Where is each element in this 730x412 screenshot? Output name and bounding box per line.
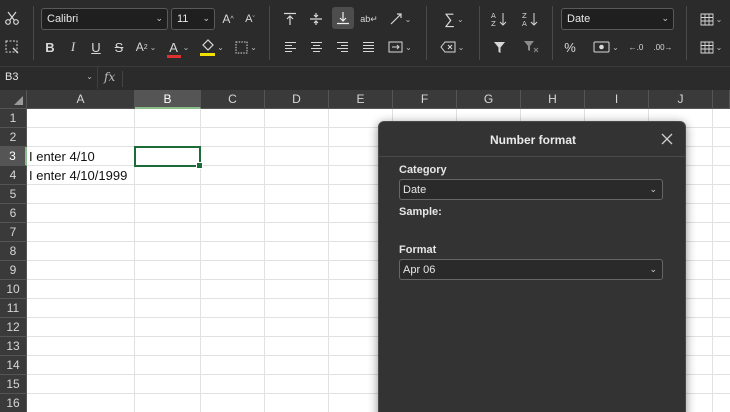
column-header[interactable]: [713, 90, 730, 109]
svg-text:Z: Z: [491, 20, 496, 27]
select-all-button[interactable]: [0, 90, 27, 109]
increase-font-size-icon[interactable]: A ^: [220, 8, 236, 30]
row-header[interactable]: 14: [0, 356, 27, 375]
category-select[interactable]: Date ⌄: [399, 179, 663, 200]
category-label: Category: [399, 164, 447, 176]
font-size-value: 11: [177, 13, 189, 25]
font-size-select[interactable]: 11 ⌄: [171, 8, 215, 30]
row-header[interactable]: 16: [0, 394, 27, 412]
increase-decimal-icon[interactable]: .00→: [653, 36, 673, 58]
svg-text:Z: Z: [522, 12, 527, 20]
sort-descending-icon[interactable]: ZA: [521, 8, 539, 30]
column-header[interactable]: E: [329, 90, 393, 109]
row-header[interactable]: 7: [0, 223, 27, 242]
row-header[interactable]: 2: [0, 128, 27, 147]
svg-text:A: A: [522, 20, 527, 27]
row-header[interactable]: 4: [0, 166, 27, 185]
orientation-icon[interactable]: ⌄: [386, 8, 414, 30]
cell-A3[interactable]: I enter 4/10: [29, 147, 95, 166]
chevron-down-icon: ⌄: [86, 72, 93, 81]
sample-label: Sample:: [399, 206, 442, 218]
align-right-icon[interactable]: [334, 36, 350, 58]
row-header[interactable]: 6: [0, 204, 27, 223]
sort-ascending-icon[interactable]: AZ: [490, 8, 508, 30]
bold-icon[interactable]: B: [42, 36, 58, 58]
number-format-pane: Number format Category Date ⌄ Sample: Fo…: [378, 121, 686, 412]
column-header[interactable]: H: [521, 90, 585, 109]
filter-icon[interactable]: [490, 36, 508, 58]
fill-color-icon[interactable]: ⌄: [197, 36, 227, 58]
autosum-icon[interactable]: ∑ ⌄: [440, 8, 468, 30]
font-name-value: Calibri: [47, 13, 79, 25]
pane-title: Number format: [489, 133, 576, 147]
name-box-value: B3: [5, 71, 19, 83]
row-header[interactable]: 5: [0, 185, 27, 204]
svg-text:A: A: [491, 12, 496, 20]
row-header[interactable]: 10: [0, 280, 27, 299]
column-header[interactable]: J: [649, 90, 713, 109]
strikethrough-icon[interactable]: S: [111, 36, 127, 58]
chevron-down-icon: ⌄: [661, 13, 669, 23]
column-header[interactable]: B: [135, 90, 201, 109]
merge-cells-icon[interactable]: ⌄: [386, 36, 414, 58]
format-select[interactable]: Apr 06 ⌄: [399, 259, 663, 280]
close-icon[interactable]: [659, 131, 675, 147]
column-header[interactable]: C: [201, 90, 265, 109]
row-header[interactable]: 15: [0, 375, 27, 394]
insert-cells-icon[interactable]: ⌄: [697, 8, 725, 30]
number-format-value: Date: [567, 13, 591, 25]
formula-bar: B3 ⌄ fx: [0, 66, 730, 90]
chevron-down-icon: ⌄: [202, 13, 210, 23]
column-header[interactable]: F: [393, 90, 457, 109]
chevron-down-icon: ⌄: [649, 264, 657, 274]
percent-style-icon[interactable]: %: [562, 36, 578, 58]
cut-icon[interactable]: [3, 7, 21, 29]
ribbon: Calibri ⌄ 11 ⌄ A ^ Aˇ B I U S A 2 ⌄ A ⌄ ⌄ ⌄ …: [0, 0, 730, 66]
subscript-icon[interactable]: A 2 ⌄: [133, 36, 159, 58]
underline-icon[interactable]: U: [88, 36, 104, 58]
row-header[interactable]: 1: [0, 109, 27, 128]
name-box[interactable]: B3 ⌄: [0, 67, 98, 89]
font-name-select[interactable]: Calibri ⌄: [41, 8, 168, 30]
format-label: Format: [399, 244, 437, 256]
wrap-text-icon[interactable]: ab↵: [360, 8, 378, 30]
number-format-select[interactable]: Date ⌄: [561, 8, 674, 30]
row-header[interactable]: 3: [0, 147, 27, 166]
column-header[interactable]: G: [457, 90, 521, 109]
align-top-icon[interactable]: [281, 8, 299, 30]
borders-icon[interactable]: ⌄: [232, 36, 260, 58]
currency-format-icon[interactable]: ⌄: [591, 36, 621, 58]
row-header[interactable]: 9: [0, 261, 27, 280]
align-center-icon[interactable]: [308, 36, 324, 58]
italic-icon[interactable]: I: [65, 36, 81, 58]
row-header[interactable]: 13: [0, 337, 27, 356]
chevron-down-icon: ⌄: [155, 13, 163, 23]
column-header[interactable]: A: [27, 90, 135, 109]
align-left-icon[interactable]: [282, 36, 298, 58]
function-icon[interactable]: fx: [104, 70, 115, 84]
column-header[interactable]: I: [585, 90, 649, 109]
chevron-down-icon: ⌄: [649, 184, 657, 194]
category-value: Date: [403, 184, 427, 196]
clear-icon[interactable]: ⌄: [437, 36, 467, 58]
active-cell-B3[interactable]: [134, 146, 203, 169]
font-color-icon[interactable]: A ⌄: [165, 36, 191, 58]
align-bottom-icon[interactable]: [332, 7, 354, 29]
cell-A4[interactable]: I enter 4/10/1999: [29, 166, 127, 185]
row-header[interactable]: 8: [0, 242, 27, 261]
clear-filter-icon[interactable]: [521, 36, 541, 58]
row-header[interactable]: 11: [0, 299, 27, 318]
decrease-font-size-icon[interactable]: Aˇ: [242, 8, 258, 30]
justify-icon[interactable]: [360, 36, 376, 58]
format-cells-icon[interactable]: ⌄: [697, 36, 725, 58]
column-header[interactable]: D: [265, 90, 329, 109]
align-middle-icon[interactable]: [307, 8, 325, 30]
format-value: Apr 06: [403, 264, 436, 276]
format-painter-icon[interactable]: [3, 36, 21, 58]
formula-input[interactable]: [128, 69, 728, 89]
decrease-decimal-icon[interactable]: ←.0: [626, 36, 646, 58]
row-header[interactable]: 12: [0, 318, 27, 337]
